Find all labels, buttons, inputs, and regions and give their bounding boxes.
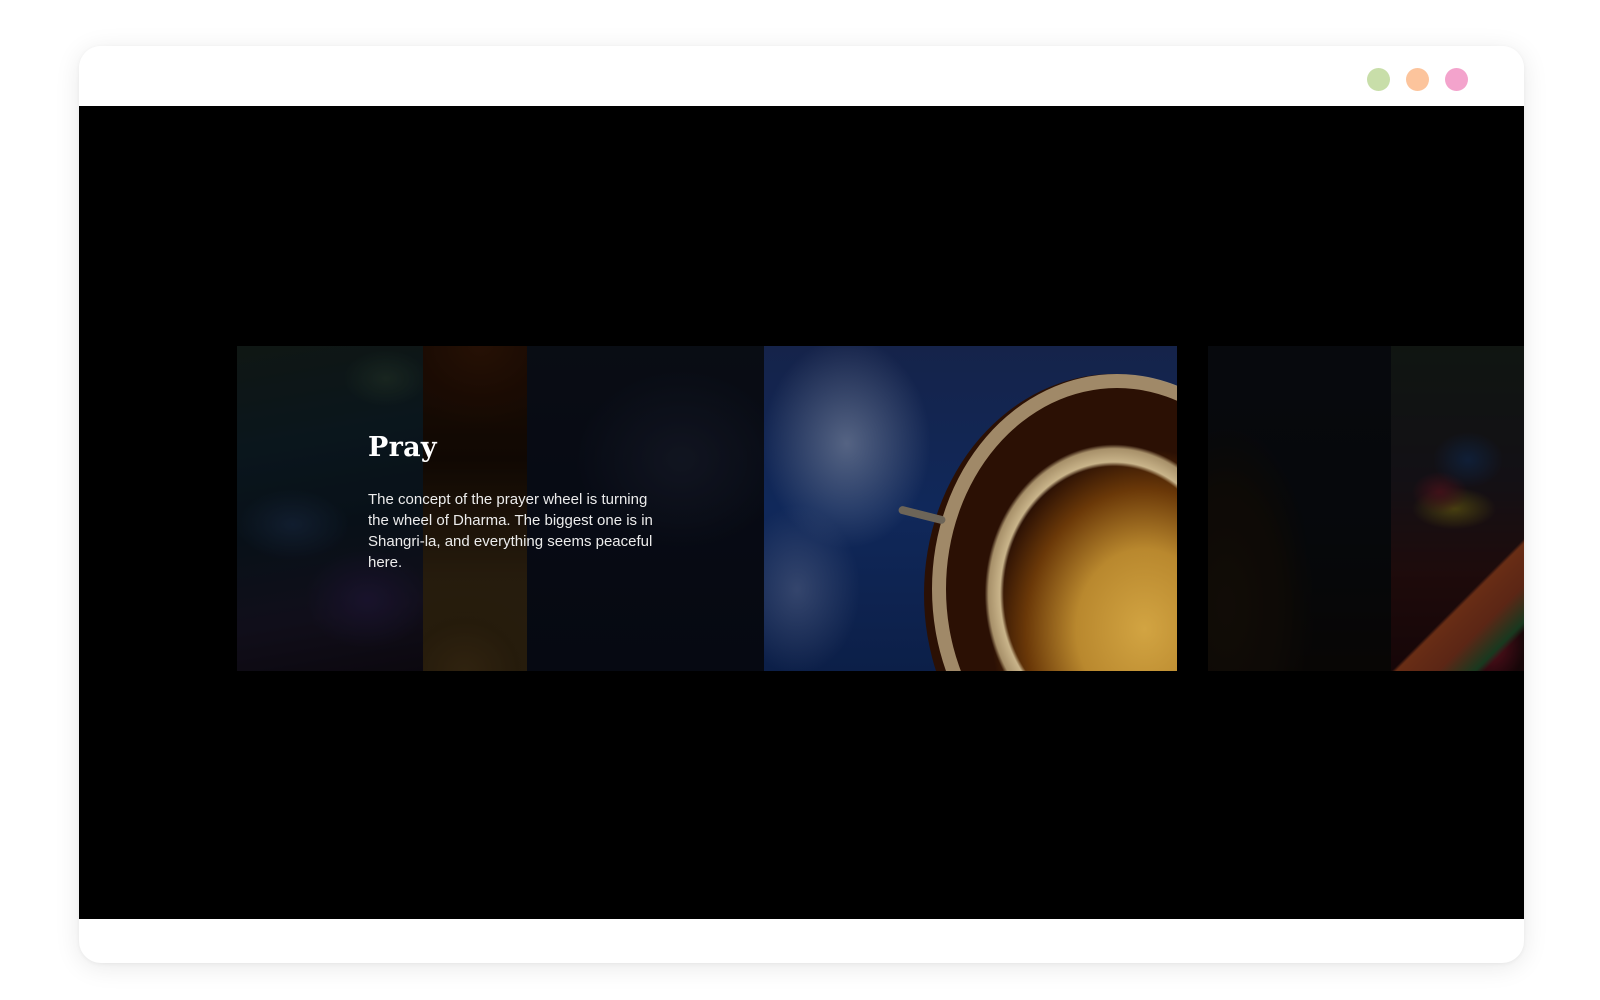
gallery-viewport: Pray The concept of the prayer wheel is …	[79, 106, 1524, 919]
slide-caption: Pray The concept of the prayer wheel is …	[368, 432, 668, 573]
slide-title: Pray	[368, 432, 437, 463]
slide-dim-overlay-right	[1208, 346, 1524, 671]
window-control-pink[interactable]	[1445, 68, 1468, 91]
window-control-orange[interactable]	[1406, 68, 1429, 91]
window-control-green[interactable]	[1367, 68, 1390, 91]
slide-description: The concept of the prayer wheel is turni…	[368, 491, 653, 571]
browser-window: Pray The concept of the prayer wheel is …	[79, 46, 1524, 963]
gallery-slide-next[interactable]	[1208, 346, 1524, 671]
prayer-wheel-photo	[764, 346, 1177, 671]
title-bar	[79, 46, 1524, 106]
gallery-slide-prev[interactable]: Pray The concept of the prayer wheel is …	[237, 346, 764, 671]
gallery-slide-current[interactable]	[764, 346, 1177, 671]
prayer-wheel-rim	[932, 374, 1177, 671]
